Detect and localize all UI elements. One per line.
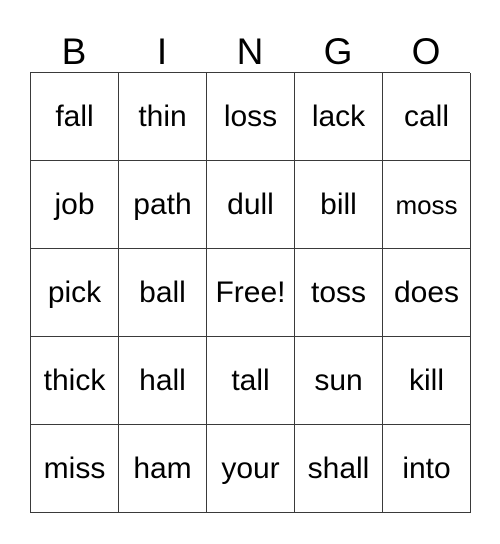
bingo-cell[interactable]: path (119, 161, 207, 249)
bingo-cell-label: does (393, 275, 460, 309)
bingo-header-cell-n: N (206, 12, 294, 72)
bingo-cell[interactable]: shall (295, 425, 383, 513)
bingo-header-cell-b: B (30, 12, 118, 72)
bingo-free-label: Free! (215, 275, 286, 309)
bingo-cell-label: job (54, 187, 95, 221)
bingo-cell-label: ham (133, 451, 192, 485)
bingo-header-row: B I N G O (30, 12, 470, 72)
bingo-cell-label: into (402, 451, 451, 485)
bingo-cell[interactable]: ham (119, 425, 207, 513)
bingo-cell-label: shall (307, 451, 370, 485)
bingo-cell[interactable]: loss (207, 73, 295, 161)
bingo-header-letter-n: N (236, 31, 264, 72)
bingo-cell[interactable]: sun (295, 337, 383, 425)
bingo-cell[interactable]: does (383, 249, 471, 337)
bingo-card: B I N G O fall thin loss lack call job p… (30, 12, 471, 513)
bingo-cell[interactable]: call (383, 73, 471, 161)
bingo-cell-label: fall (55, 99, 94, 133)
bingo-cell-label: miss (43, 451, 106, 485)
bingo-cell-label: path (133, 187, 192, 221)
bingo-cell[interactable]: tall (207, 337, 295, 425)
bingo-row: pick ball Free! toss does (31, 249, 471, 337)
bingo-cell[interactable]: toss (295, 249, 383, 337)
bingo-cell-label: loss (223, 99, 278, 133)
bingo-header-cell-g: G (294, 12, 382, 72)
bingo-cell[interactable]: into (383, 425, 471, 513)
bingo-row: job path dull bill moss (31, 161, 471, 249)
bingo-row: miss ham your shall into (31, 425, 471, 513)
bingo-cell[interactable]: fall (31, 73, 119, 161)
bingo-cell[interactable]: pick (31, 249, 119, 337)
bingo-cell[interactable]: ball (119, 249, 207, 337)
bingo-cell-label: lack (311, 99, 366, 133)
bingo-cell[interactable]: job (31, 161, 119, 249)
bingo-cell-label: bill (320, 187, 357, 221)
bingo-cell-label: moss (395, 189, 458, 220)
bingo-header-letter-o: O (411, 31, 441, 72)
bingo-cell-label: your (221, 451, 280, 485)
bingo-row: fall thin loss lack call (31, 73, 471, 161)
bingo-cell-label: dull (227, 187, 274, 221)
bingo-cell-label: thick (43, 363, 106, 397)
bingo-grid: fall thin loss lack call job path dull b… (30, 72, 471, 513)
bingo-cell-label: kill (409, 363, 444, 397)
bingo-cell-free[interactable]: Free! (207, 249, 295, 337)
bingo-cell-label: sun (314, 363, 363, 397)
bingo-header-cell-i: I (118, 12, 206, 72)
bingo-cell[interactable]: your (207, 425, 295, 513)
bingo-row: thick hall tall sun kill (31, 337, 471, 425)
bingo-cell-label: thin (138, 99, 187, 133)
bingo-cell[interactable]: hall (119, 337, 207, 425)
bingo-header-letter-b: B (61, 31, 87, 72)
bingo-cell[interactable]: thick (31, 337, 119, 425)
bingo-cell-label: toss (310, 275, 367, 309)
bingo-cell-label: tall (231, 363, 270, 397)
bingo-cell[interactable]: moss (383, 161, 471, 249)
bingo-header-letter-i: I (156, 31, 168, 72)
bingo-cell[interactable]: lack (295, 73, 383, 161)
bingo-cell-label: hall (139, 363, 186, 397)
bingo-cell[interactable]: miss (31, 425, 119, 513)
bingo-header-cell-o: O (382, 12, 470, 72)
bingo-cell-label: pick (47, 275, 102, 309)
bingo-cell-label: ball (139, 275, 186, 309)
bingo-cell[interactable]: bill (295, 161, 383, 249)
bingo-cell-label: call (403, 99, 449, 133)
bingo-cell[interactable]: thin (119, 73, 207, 161)
bingo-header-letter-g: G (323, 31, 353, 72)
bingo-cell[interactable]: kill (383, 337, 471, 425)
bingo-cell[interactable]: dull (207, 161, 295, 249)
